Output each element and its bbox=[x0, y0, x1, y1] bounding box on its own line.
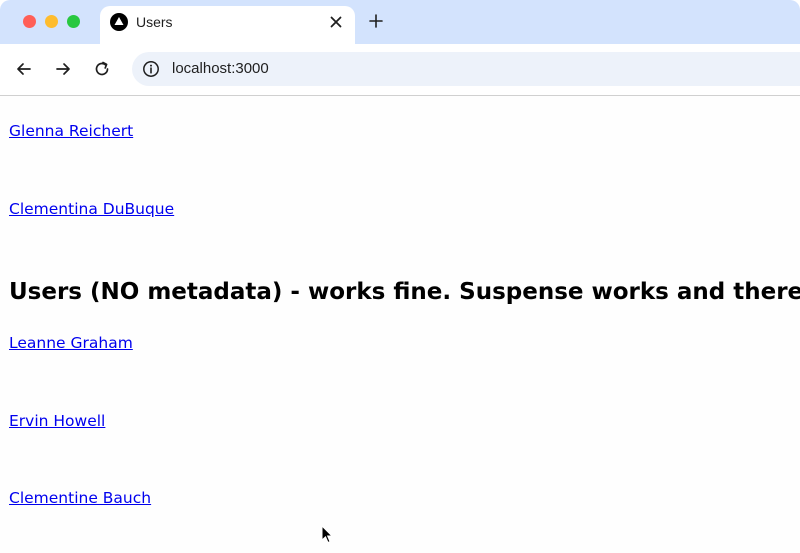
close-icon bbox=[330, 16, 342, 28]
user-link-ervin-howell[interactable]: Ervin Howell bbox=[9, 412, 105, 430]
browser-window: Users localhost:3000 Glenna Reichert Cle… bbox=[0, 0, 800, 553]
user-link-clementina-dubuque[interactable]: Clementina DuBuque bbox=[9, 200, 174, 218]
minimize-window-button[interactable] bbox=[45, 15, 58, 28]
forward-button[interactable] bbox=[51, 57, 75, 81]
maximize-window-button[interactable] bbox=[67, 15, 80, 28]
page-content: Glenna Reichert Clementina DuBuque Users… bbox=[0, 97, 800, 553]
back-button[interactable] bbox=[12, 57, 36, 81]
tab-close-button[interactable] bbox=[325, 11, 347, 33]
user-link-clementine-bauch[interactable]: Clementine Bauch bbox=[9, 489, 151, 507]
new-tab-button[interactable] bbox=[365, 10, 387, 32]
user-link-leanne-graham[interactable]: Leanne Graham bbox=[9, 334, 133, 352]
url-text[interactable]: localhost:3000 bbox=[172, 60, 269, 77]
browser-toolbar: localhost:3000 bbox=[0, 44, 800, 96]
close-window-button[interactable] bbox=[23, 15, 36, 28]
page-heading: Users (NO metadata) - works fine. Suspen… bbox=[9, 279, 800, 305]
user-link-glenna-reichert[interactable]: Glenna Reichert bbox=[9, 122, 133, 140]
arrow-right-icon bbox=[56, 63, 70, 75]
tab-strip: Users bbox=[0, 0, 800, 44]
reload-icon bbox=[95, 61, 109, 76]
info-icon[interactable] bbox=[142, 60, 160, 78]
triangle-logo-icon bbox=[110, 13, 128, 31]
tab-title: Users bbox=[136, 14, 173, 30]
arrow-left-icon bbox=[17, 63, 31, 75]
plus-icon bbox=[369, 14, 383, 28]
mouse-cursor-icon bbox=[321, 525, 333, 544]
tab-users[interactable]: Users bbox=[100, 6, 355, 44]
reload-button[interactable] bbox=[90, 57, 114, 81]
address-bar[interactable]: localhost:3000 bbox=[132, 52, 800, 86]
